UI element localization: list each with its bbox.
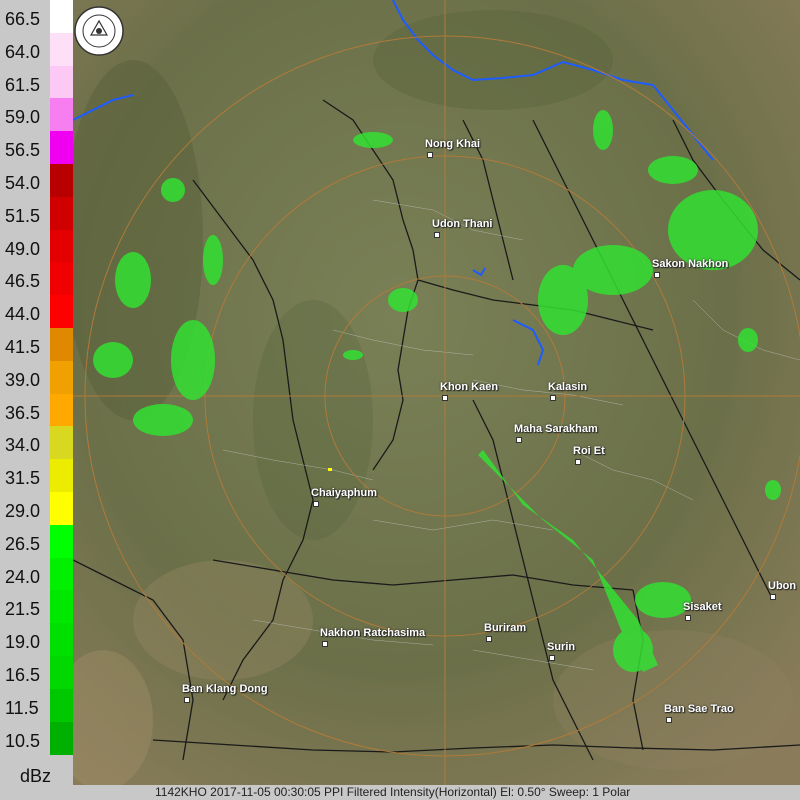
- city-marker: [322, 641, 328, 647]
- city-marker: [770, 594, 776, 600]
- legend-level-label: 54.0: [5, 173, 41, 193]
- legend-swatch: [50, 98, 73, 132]
- legend-swatch: [50, 721, 73, 755]
- legend-swatch: [50, 229, 73, 263]
- city-label: Sisaket: [683, 601, 722, 613]
- legend-swatch: [50, 590, 73, 624]
- legend-swatch: [50, 492, 73, 526]
- city-marker: [666, 717, 672, 723]
- legend-level-label: 41.5: [5, 337, 41, 357]
- legend-level-label: 29.0: [5, 501, 41, 521]
- city-marker: [550, 395, 556, 401]
- city-label: Udon Thani: [432, 218, 493, 230]
- legend-swatch: [50, 65, 73, 99]
- legend-swatch: [50, 360, 73, 395]
- legend-level-label: 26.5: [5, 533, 41, 554]
- legend-level-label: 59.0: [5, 107, 41, 128]
- city-label: Ban Sae Trao: [664, 703, 734, 715]
- legend-swatch: [50, 426, 73, 460]
- city-label: Nong Khai: [425, 138, 480, 150]
- legend-swatch: [50, 328, 73, 362]
- legend-level-label: 44.0: [5, 304, 41, 325]
- legend-level-label: 21.5: [5, 599, 41, 620]
- city-marker: [313, 501, 319, 507]
- city-label: Nakhon Ratchasima: [320, 627, 426, 639]
- legend-level-label: 66.5: [5, 9, 41, 29]
- legend-level-label: 64.0: [5, 41, 41, 62]
- legend-swatch: [50, 459, 73, 493]
- city-label: Buriram: [484, 622, 527, 634]
- legend-level-label: 11.5: [5, 697, 39, 718]
- city-marker: [549, 655, 555, 661]
- legend-level-label: 51.5: [5, 205, 41, 226]
- legend-swatch: [50, 0, 73, 34]
- footer-scan-info: 1142KHO 2017-11-05 00:30:05 PPI Filtered…: [155, 785, 631, 799]
- city-label: Ban Klang Dong: [182, 683, 268, 695]
- legend-swatch: [50, 557, 73, 591]
- radar-map[interactable]: [53, 0, 800, 790]
- radar-map-canvas: [53, 0, 800, 790]
- city-marker: [427, 152, 433, 158]
- legend-level-label: 36.5: [5, 402, 41, 423]
- city-marker: [654, 272, 660, 278]
- legend-level-label: 56.5: [5, 140, 41, 161]
- legend-swatch: [50, 196, 73, 231]
- legend-swatch: [50, 164, 73, 198]
- city-label: Kalasin: [548, 381, 588, 393]
- city-marker: [685, 615, 691, 621]
- city-label: Chaiyaphum: [311, 487, 378, 499]
- city-label: Maha Sarakham: [514, 423, 598, 435]
- legend-level-label: 34.0: [5, 435, 41, 456]
- legend-level-label: 10.5: [5, 730, 41, 751]
- legend-swatch: [50, 393, 73, 427]
- legend-swatch: [50, 32, 73, 67]
- legend-unit-label: dBz: [20, 766, 52, 786]
- city-marker: [575, 459, 581, 465]
- legend-level-label: 24.0: [5, 566, 41, 587]
- city-label: Surin: [547, 641, 576, 653]
- echo-yellow-speck: [328, 468, 332, 471]
- legend-level-label: 16.5: [5, 665, 41, 685]
- dbz-legend: 66.5 64.0 61.5 59.0 56.5 54.0 51.5 49.0 46.5 44.0…: [0, 0, 73, 800]
- legend-swatch: [50, 688, 73, 723]
- legend-level-label: 39.0: [5, 369, 41, 390]
- city-label: Ubon: [768, 580, 797, 592]
- legend-level-label: 61.5: [5, 74, 41, 95]
- status-footer: 1142KHO 2017-11-05 00:30:05 PPI Filtered…: [0, 785, 800, 800]
- city-marker: [486, 636, 492, 642]
- legend-swatch: [50, 262, 73, 296]
- legend-level-label: 46.5: [5, 271, 41, 292]
- legend-level-label: 31.5: [5, 468, 41, 489]
- city-marker: [516, 437, 522, 443]
- city-label: Roi Et: [573, 445, 605, 457]
- legend-swatch: [50, 131, 73, 165]
- legend-level-label: 19.0: [5, 632, 41, 653]
- city-label: Khon Kaen: [440, 381, 499, 393]
- city-marker: [184, 697, 190, 703]
- city-marker: [442, 395, 448, 401]
- agency-emblem-logo: [73, 5, 125, 57]
- legend-swatch: [50, 623, 73, 657]
- city-marker: [434, 232, 440, 238]
- legend-swatch: [50, 524, 73, 559]
- city-label: Sakon Nakhon: [652, 258, 729, 270]
- legend-level-label: 49.0: [5, 238, 41, 259]
- legend-swatch: [50, 295, 73, 329]
- legend-swatch: [50, 656, 73, 690]
